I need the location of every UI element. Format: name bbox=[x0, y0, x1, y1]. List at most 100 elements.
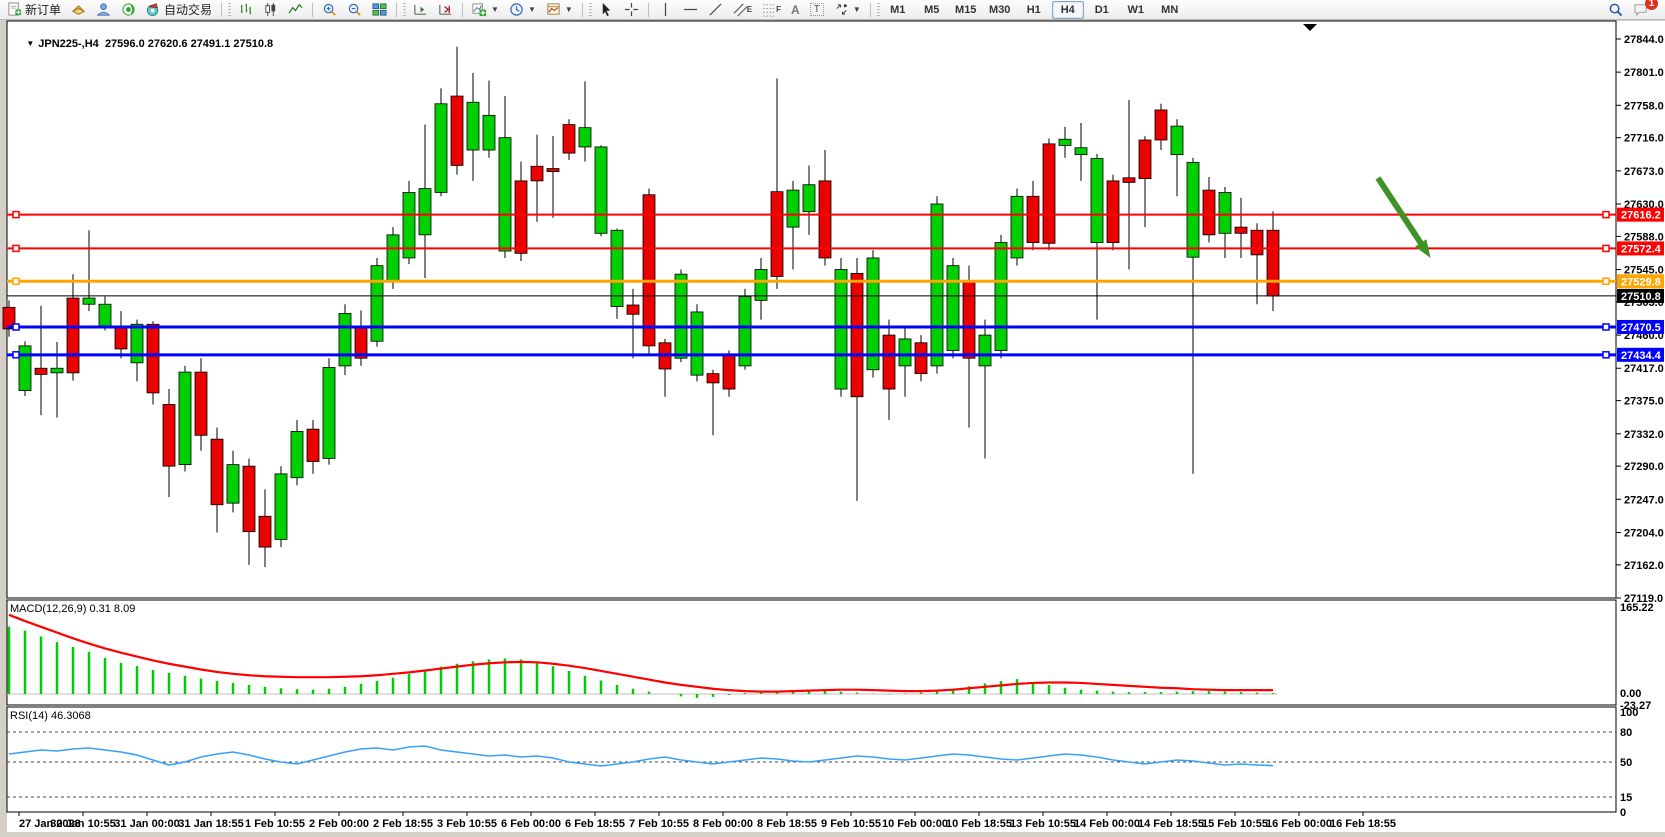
timeframe-D1[interactable]: D1 bbox=[1086, 1, 1118, 19]
chart-canvas[interactable]: 27844.027801.027758.027716.027673.027630… bbox=[0, 20, 1665, 837]
toolbar-separator bbox=[648, 3, 649, 17]
line-chart-button[interactable] bbox=[283, 0, 308, 20]
candle-body bbox=[579, 128, 591, 147]
label-button[interactable]: T bbox=[805, 0, 829, 20]
line-handle[interactable] bbox=[13, 352, 19, 358]
add-indicator-button[interactable]: ▼ bbox=[467, 0, 504, 20]
horizontal-line-button[interactable] bbox=[678, 0, 703, 20]
macd-axis-label: 0.00 bbox=[1620, 688, 1641, 700]
line-handle[interactable] bbox=[1603, 278, 1609, 284]
candlestick-button[interactable] bbox=[258, 0, 283, 20]
bar-chart-icon bbox=[238, 2, 253, 17]
channel-button[interactable]: E bbox=[728, 0, 757, 20]
candle-body bbox=[691, 312, 703, 375]
new-order-button[interactable]: 新订单 bbox=[2, 0, 66, 20]
toolbar-separator bbox=[870, 3, 871, 17]
chart-symbol-period: JPN225-,H4 bbox=[38, 38, 99, 50]
template-button[interactable]: ▼ bbox=[541, 0, 578, 20]
search-icon bbox=[1608, 2, 1623, 17]
profile-button[interactable] bbox=[91, 0, 116, 20]
price-tick-label: 27332.0 bbox=[1624, 429, 1664, 441]
line-handle[interactable] bbox=[13, 324, 19, 330]
candle-body bbox=[435, 104, 447, 193]
candlestick-icon bbox=[263, 2, 278, 17]
line-handle[interactable] bbox=[1603, 324, 1609, 330]
candle-body bbox=[563, 125, 575, 154]
candle-body bbox=[1203, 190, 1215, 235]
toolbar-separator bbox=[396, 3, 397, 17]
shift-end-button[interactable] bbox=[408, 0, 433, 20]
price-line-label: 27616.2 bbox=[1621, 210, 1661, 222]
time-tick-label: 8 Feb 18:55 bbox=[757, 818, 817, 830]
timeframe-M30[interactable]: M30 bbox=[984, 1, 1016, 19]
time-tick-label: 16 Feb 00:00 bbox=[1266, 818, 1332, 830]
zoom-out-button[interactable] bbox=[342, 0, 367, 20]
current-price-label: 27510.8 bbox=[1621, 291, 1661, 303]
timeframe-M15[interactable]: M15 bbox=[950, 1, 982, 19]
line-handle[interactable] bbox=[13, 278, 19, 284]
price-tick-label: 27375.0 bbox=[1624, 396, 1664, 408]
fibonacci-button[interactable]: F bbox=[757, 0, 786, 20]
time-tick-label: 30 Jan 10:55 bbox=[50, 818, 115, 830]
bar-chart-button[interactable] bbox=[233, 0, 258, 20]
rsi-axis-label: 0 bbox=[1620, 807, 1626, 819]
candle-body bbox=[1235, 227, 1247, 233]
search-button[interactable] bbox=[1603, 0, 1628, 20]
profile-icon bbox=[96, 2, 111, 17]
time-tick-label: 10 Feb 00:00 bbox=[882, 818, 948, 830]
line-handle[interactable] bbox=[1603, 212, 1609, 218]
candle-body bbox=[723, 354, 735, 389]
chart-title: ▼JPN225-,H4 27596.0 27620.6 27491.1 2751… bbox=[8, 26, 273, 62]
rsi-axis-label: 100 bbox=[1620, 707, 1638, 719]
zoom-in-button[interactable] bbox=[317, 0, 342, 20]
candle-body bbox=[1043, 144, 1055, 243]
shift-chart-button[interactable] bbox=[433, 0, 458, 20]
market-watch-icon bbox=[71, 2, 86, 17]
periods-clock-button[interactable]: ▼ bbox=[504, 0, 541, 20]
rsi-panel[interactable] bbox=[7, 707, 1616, 812]
rsi-axis-label: 50 bbox=[1620, 757, 1632, 769]
text-button[interactable]: A bbox=[786, 0, 805, 20]
timeframe-M5[interactable]: M5 bbox=[916, 1, 948, 19]
line-handle[interactable] bbox=[1603, 352, 1609, 358]
chart-window: 27844.027801.027758.027716.027673.027630… bbox=[0, 20, 1665, 837]
candle-body bbox=[1139, 140, 1151, 179]
candle-body bbox=[979, 335, 991, 366]
market-watch-button[interactable] bbox=[66, 0, 91, 20]
auto-trading-button[interactable]: 自动交易 bbox=[141, 0, 217, 20]
candle-body bbox=[291, 431, 303, 477]
crosshair-button[interactable] bbox=[619, 0, 644, 20]
timeframe-H4[interactable]: H4 bbox=[1052, 1, 1084, 19]
line-handle[interactable] bbox=[1603, 245, 1609, 251]
fibonacci-glyph: F bbox=[776, 5, 781, 14]
candle-body bbox=[419, 189, 431, 235]
arrows-button[interactable]: ▼ bbox=[829, 0, 866, 20]
candle-body bbox=[451, 96, 463, 165]
time-tick-label: 14 Feb 18:55 bbox=[1138, 818, 1204, 830]
notifications-button[interactable]: 1 bbox=[1628, 0, 1653, 20]
signal-button[interactable] bbox=[116, 0, 141, 20]
candle-body bbox=[963, 281, 975, 358]
timeframe-MN[interactable]: MN bbox=[1154, 1, 1186, 19]
tile-windows-button[interactable] bbox=[367, 0, 392, 20]
toolbar-right-group: 1 bbox=[1603, 0, 1663, 20]
chart-collapse-icon: ▼ bbox=[26, 39, 34, 48]
candle-body bbox=[883, 335, 895, 389]
line-handle[interactable] bbox=[13, 212, 19, 218]
candle-body bbox=[819, 181, 831, 258]
line-handle[interactable] bbox=[13, 245, 19, 251]
rsi-axis-label: 80 bbox=[1620, 727, 1632, 739]
timeframe-W1[interactable]: W1 bbox=[1120, 1, 1152, 19]
fibonacci-icon bbox=[762, 2, 777, 17]
cursor-button[interactable] bbox=[594, 0, 619, 20]
price-tick-label: 27417.0 bbox=[1624, 363, 1664, 375]
timeframe-H1[interactable]: H1 bbox=[1018, 1, 1050, 19]
tile-windows-icon bbox=[372, 2, 387, 17]
timeframe-M1[interactable]: M1 bbox=[882, 1, 914, 19]
candle-body bbox=[771, 192, 783, 277]
cursor-icon bbox=[599, 2, 614, 17]
trendline-button[interactable] bbox=[703, 0, 728, 20]
vertical-line-button[interactable] bbox=[653, 0, 678, 20]
candle-body bbox=[867, 258, 879, 370]
time-tick-label: 10 Feb 18:55 bbox=[946, 818, 1012, 830]
